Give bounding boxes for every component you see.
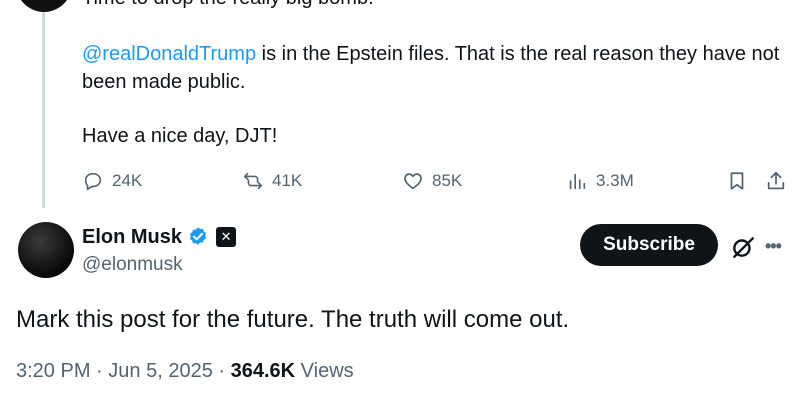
meta-separator: · <box>218 360 226 382</box>
reply-count: 24K <box>112 171 143 190</box>
post-meta: 3:20 PM · Jun 5, 2025 · 364.6K Views <box>16 358 354 384</box>
share-button[interactable] <box>765 166 787 196</box>
thread-connector-line <box>42 12 45 208</box>
parent-post-paragraph: @realDonaldTrump is in the Epstein files… <box>82 40 782 96</box>
author-name[interactable]: Elon Musk <box>82 224 182 250</box>
author-name-row: Elon Musk ✕ <box>82 224 237 250</box>
parent-avatar[interactable] <box>16 0 72 12</box>
repost-button[interactable]: 41K <box>242 166 302 196</box>
reply-icon <box>84 172 102 191</box>
parent-post-action-bar: 24K 41K 85K 3.3M <box>82 166 792 196</box>
repost-count: 41K <box>272 171 303 190</box>
post-views-count: 364.6K <box>230 360 296 382</box>
share-icon <box>767 171 785 190</box>
like-count: 85K <box>432 171 463 190</box>
like-button[interactable]: 85K <box>402 166 462 196</box>
mention-link[interactable]: @realDonaldTrump <box>82 43 256 65</box>
verified-badge-icon[interactable] <box>187 226 209 248</box>
bookmark-icon <box>730 172 744 190</box>
post-date[interactable]: Jun 5, 2025 <box>108 360 213 382</box>
reply-button[interactable]: 24K <box>82 166 142 196</box>
meta-separator: · <box>96 360 103 382</box>
repost-icon <box>243 172 263 190</box>
view-count: 3.3M <box>596 171 634 190</box>
x-logo-icon[interactable]: ✕ <box>216 227 237 247</box>
post-time[interactable]: 3:20 PM <box>16 360 90 382</box>
subscribe-button[interactable]: Subscribe <box>580 224 718 266</box>
more-icon[interactable]: ••• <box>765 236 782 257</box>
author-avatar[interactable] <box>18 222 74 278</box>
grok-icon[interactable] <box>730 234 756 260</box>
heart-icon <box>404 173 422 190</box>
post-views-label: Views <box>300 360 354 382</box>
parent-post-first-line: Time to drop the really big bomb: <box>82 0 374 10</box>
parent-post-signoff: Have a nice day, DJT! <box>82 125 278 147</box>
views-icon <box>569 173 586 190</box>
bookmark-button[interactable] <box>726 166 748 196</box>
post-text: Mark this post for the future. The truth… <box>16 306 570 333</box>
views-button[interactable]: 3.3M <box>566 166 634 196</box>
author-handle[interactable]: @elonmusk <box>82 252 183 278</box>
